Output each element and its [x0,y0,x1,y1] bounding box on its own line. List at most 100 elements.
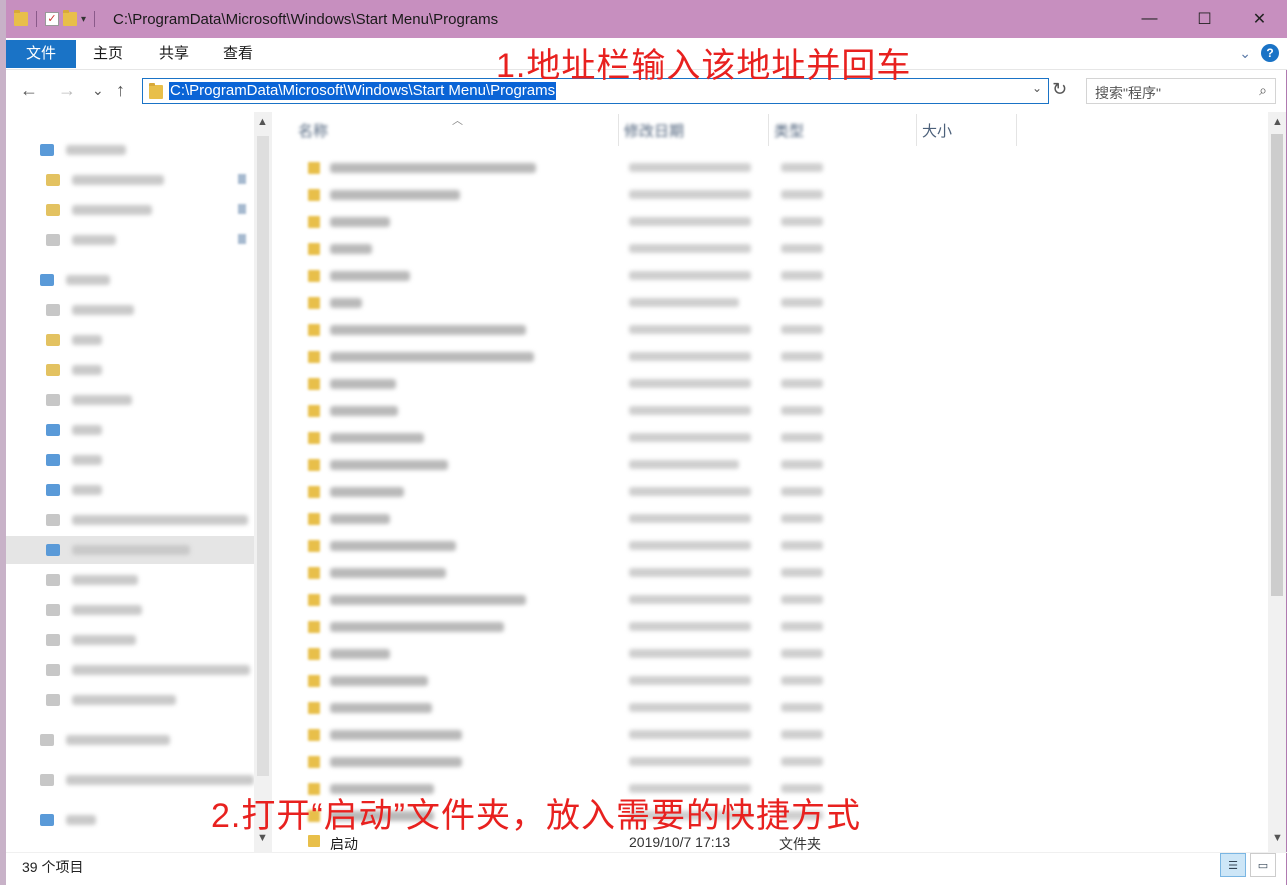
list-item[interactable] [276,478,1266,505]
forward-arrow-icon[interactable]: → [58,80,76,101]
title-bar: ✓ ▾ C:\ProgramData\Microsoft\Windows\Sta… [6,0,1287,38]
nav-item[interactable] [6,476,254,504]
scroll-down-icon[interactable]: ▼ [1272,832,1283,844]
status-bar: 39 个项目 ☰ ▭ [6,852,1287,885]
nav-item[interactable] [6,726,254,754]
list-item[interactable] [276,154,1266,181]
nav-item[interactable] [6,356,254,384]
customize-toolbar-icon[interactable]: ▾ [81,14,86,25]
pictures-icon [46,364,60,376]
nav-item[interactable] [6,166,254,194]
list-item[interactable] [276,694,1266,721]
folder-icon [308,459,320,471]
folder-icon [308,297,320,309]
nav-item[interactable] [6,656,254,684]
tab-home[interactable]: 主页 [78,40,138,68]
nav-item[interactable] [6,416,254,444]
list-item[interactable] [276,316,1266,343]
recent-locations-icon[interactable]: ⌄ [92,82,104,99]
scrollbar-thumb[interactable] [1271,134,1283,596]
nav-item[interactable] [6,536,254,564]
scrollbar-thumb[interactable] [257,136,269,776]
file-list: 启动 2019/10/7 17:13 文件夹 [276,152,1266,852]
list-item[interactable] [276,181,1266,208]
nav-item[interactable] [6,136,254,164]
list-item[interactable] [276,721,1266,748]
list-item[interactable] [276,640,1266,667]
list-item[interactable] [276,559,1266,586]
search-input[interactable]: 搜索"程序" [1095,83,1161,103]
list-item[interactable] [276,370,1266,397]
details-view-icon[interactable]: ☰ [1220,853,1246,877]
nav-item[interactable] [6,196,254,224]
nav-item[interactable] [6,296,254,324]
folder-icon [46,334,60,346]
list-item[interactable] [276,235,1266,262]
navigation-pane-scrollbar[interactable]: ▲ ▼ [254,112,272,852]
properties-icon[interactable]: ✓ [45,12,59,26]
nav-item[interactable] [6,686,254,714]
folder-icon [308,648,320,660]
refresh-icon[interactable]: ↻ [1052,79,1067,100]
folder-icon [46,234,60,246]
tab-file[interactable]: 文件 [6,40,76,68]
quick-access-icon [40,144,54,156]
list-item[interactable] [276,289,1266,316]
folder-icon [149,83,163,99]
nav-item[interactable] [6,596,254,624]
scroll-up-icon[interactable]: ▲ [1272,116,1283,128]
folder-icon [14,10,28,26]
list-item[interactable] [276,613,1266,640]
expand-ribbon-icon[interactable]: ⌄ [1239,45,1251,62]
maximize-button[interactable]: ☐ [1177,0,1232,38]
list-item[interactable] [276,343,1266,370]
back-arrow-icon[interactable]: ← [20,80,38,101]
list-item[interactable] [276,208,1266,235]
close-button[interactable]: ✕ [1232,0,1287,38]
list-item[interactable] [276,748,1266,775]
nav-item[interactable] [6,226,254,254]
folder-icon [308,594,320,606]
list-item[interactable] [276,505,1266,532]
divider [1016,114,1017,146]
tab-share[interactable]: 共享 [144,40,204,68]
nav-item[interactable] [6,566,254,594]
large-icons-view-icon[interactable]: ▭ [1250,853,1276,877]
list-item[interactable] [276,397,1266,424]
search-icon[interactable]: ⌕ [1259,82,1267,99]
minimize-button[interactable]: — [1122,0,1177,38]
nav-item[interactable] [6,386,254,414]
column-header-modified[interactable]: 修改日期 [624,120,684,141]
list-item[interactable] [276,451,1266,478]
file-name[interactable]: 启动 [330,834,358,854]
nav-item[interactable] [6,266,254,294]
item-count: 39 个项目 [22,859,84,875]
list-item[interactable] [276,532,1266,559]
folder-icon [308,432,320,444]
chevron-down-icon[interactable]: ⌄ [1032,81,1042,95]
tab-view[interactable]: 查看 [208,40,268,68]
divider [94,11,96,27]
column-header-size[interactable]: 大小 [922,120,952,141]
navigation-pane [6,112,254,852]
list-item[interactable] [276,424,1266,451]
new-folder-icon[interactable] [63,10,77,26]
nav-item[interactable] [6,446,254,474]
nav-item[interactable] [6,506,254,534]
divider [36,11,37,27]
up-arrow-icon[interactable]: ↑ [116,80,125,101]
nav-item[interactable] [6,326,254,354]
list-item[interactable] [276,667,1266,694]
folder-icon [308,216,320,228]
column-header-name[interactable]: 名称 [298,120,328,141]
file-list-scrollbar[interactable]: ▲ ▼ [1268,112,1286,852]
column-header-type[interactable]: 类型 [774,120,804,141]
list-item[interactable] [276,586,1266,613]
search-box[interactable]: 搜索"程序" ⌕ [1086,78,1276,104]
help-icon[interactable]: ? [1261,44,1279,62]
nav-item[interactable] [6,626,254,654]
scroll-up-icon[interactable]: ▲ [257,116,268,128]
folder-icon [308,324,320,336]
list-item[interactable] [276,262,1266,289]
quick-access-toolbar: ✓ ▾ [6,10,99,27]
